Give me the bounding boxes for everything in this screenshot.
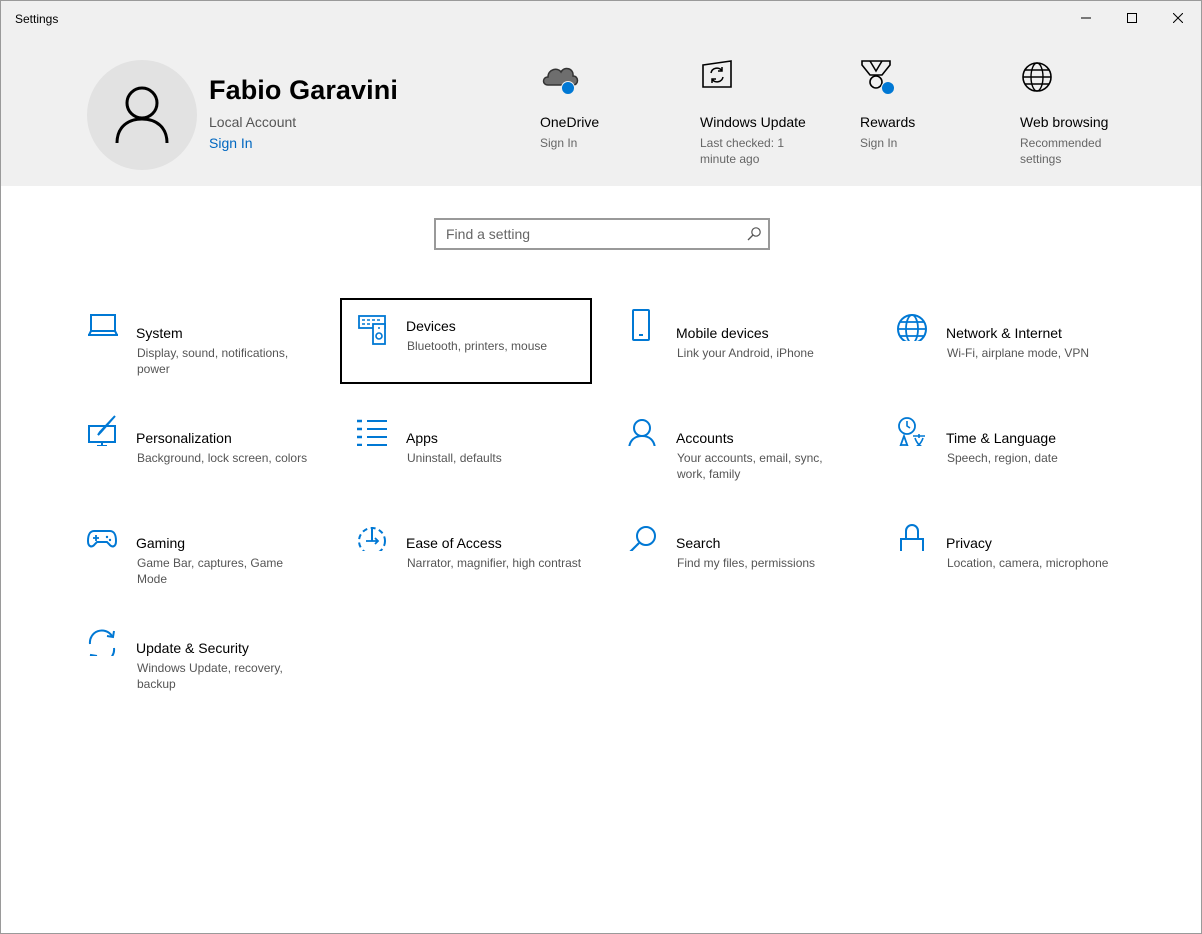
phone-icon (632, 309, 650, 341)
category-description: Bluetooth, printers, mouse (407, 339, 548, 353)
quick-link-onedrive[interactable]: OneDrive Sign In (540, 57, 670, 150)
quick-link-subtitle: Recommended settings (1020, 136, 1102, 166)
category-devices[interactable]: Devices Bluetooth, printers, mouse (340, 298, 592, 384)
notification-badge (561, 81, 575, 95)
category-gaming[interactable]: Gaming Game Bar, captures, Game Mode (87, 517, 339, 603)
category-title: Time & Language (946, 430, 1056, 446)
minimize-button[interactable] (1063, 1, 1109, 35)
apps-list-icon (357, 419, 387, 446)
quick-link-title: OneDrive (540, 114, 600, 130)
category-title: Gaming (136, 535, 186, 551)
avatar[interactable] (87, 60, 197, 170)
quick-link-windows-update[interactable]: Windows Update Last checked: 1 minute ag… (700, 57, 830, 166)
category-description: Uninstall, defaults (407, 451, 502, 465)
category-description: Your accounts, email, sync, work, family (677, 451, 823, 481)
title-bar[interactable]: Settings (1, 1, 1201, 35)
paint-monitor-icon (88, 415, 116, 446)
category-title: Search (676, 535, 721, 551)
category-apps[interactable]: Apps Uninstall, defaults (357, 412, 609, 498)
category-title: Network & Internet (946, 325, 1062, 341)
category-accounts[interactable]: Accounts Your accounts, email, sync, wor… (627, 412, 879, 498)
category-description: Windows Update, recovery, backup (137, 661, 283, 691)
category-title: Accounts (676, 430, 734, 446)
quick-link-subtitle: Sign In (540, 136, 578, 150)
close-icon (1173, 13, 1183, 23)
close-button[interactable] (1155, 1, 1201, 35)
quick-link-web-browsing[interactable]: Web browsing Recommended settings (1020, 57, 1150, 166)
header-band: Settings Fabio Garavini Local Account Si… (1, 1, 1201, 186)
category-title: Update & Security (136, 640, 249, 656)
globe-icon (1020, 57, 1064, 101)
category-time-language[interactable]: Time & Language Speech, region, date (897, 412, 1149, 498)
category-description: Location, camera, microphone (947, 556, 1109, 570)
quick-link-subtitle: Last checked: 1 minute ago (700, 136, 785, 166)
category-personalization[interactable]: Personalization Background, lock screen,… (87, 412, 339, 498)
category-description: Game Bar, captures, Game Mode (137, 556, 284, 586)
category-privacy[interactable]: Privacy Location, camera, microphone (897, 517, 1149, 603)
sync-arrows-icon (88, 629, 116, 656)
category-network-internet[interactable]: Network & Internet Wi-Fi, airplane mode,… (897, 307, 1149, 393)
category-update-security[interactable]: Update & Security Windows Update, recove… (87, 622, 339, 708)
category-description: Link your Android, iPhone (677, 346, 814, 360)
category-title: Apps (406, 430, 438, 446)
quick-link-title: Windows Update (700, 114, 806, 130)
quick-link-rewards[interactable]: Rewards Sign In (860, 57, 990, 150)
user-silhouette-icon (115, 86, 169, 144)
category-description: Background, lock screen, colors (137, 451, 308, 465)
category-title: Ease of Access (406, 535, 502, 551)
category-description: Find my files, permissions (677, 556, 816, 570)
globe-icon (897, 314, 927, 341)
gamepad-icon (87, 530, 118, 548)
category-title: Mobile devices (676, 325, 769, 341)
category-system[interactable]: System Display, sound, notifications, po… (87, 307, 339, 393)
laptop-icon (88, 314, 118, 336)
account-type: Local Account (209, 114, 297, 130)
category-title: Personalization (136, 430, 232, 446)
category-ease-of-access[interactable]: Ease of Access Narrator, magnifier, high… (357, 517, 609, 603)
maximize-button[interactable] (1109, 1, 1155, 35)
category-search[interactable]: Search Find my files, permissions (627, 517, 879, 603)
onedrive-cloud-icon (540, 57, 584, 101)
window-title: Settings (15, 12, 59, 26)
quick-link-title: Rewards (860, 114, 916, 130)
search-input[interactable] (436, 220, 736, 248)
category-title: Privacy (946, 535, 992, 551)
search-box[interactable] (434, 218, 770, 250)
windows-update-icon (700, 57, 744, 101)
search-icon[interactable] (746, 226, 762, 242)
keyboard-speaker-icon (358, 315, 386, 345)
settings-window: Settings Fabio Garavini Local Account Si… (0, 0, 1202, 934)
quick-link-title: Web browsing (1020, 114, 1109, 130)
minimize-icon (1081, 17, 1091, 19)
padlock-icon (900, 524, 924, 551)
rewards-medal-icon (860, 57, 904, 101)
category-description: Narrator, magnifier, high contrast (407, 556, 582, 570)
magnifier-icon (629, 526, 656, 551)
time-language-icon (898, 417, 925, 446)
category-title: System (136, 325, 183, 341)
user-name: Fabio Garavini (209, 75, 398, 105)
person-icon (628, 419, 656, 446)
category-description: Wi-Fi, airplane mode, VPN (947, 346, 1090, 360)
category-title: Devices (406, 318, 456, 334)
maximize-icon (1127, 13, 1137, 23)
category-description: Display, sound, notifications, power (137, 346, 289, 376)
sign-in-link[interactable]: Sign In (209, 135, 253, 151)
quick-link-subtitle: Sign In (860, 136, 898, 150)
notification-badge (881, 81, 895, 95)
ease-of-access-icon (358, 527, 386, 551)
category-mobile-devices[interactable]: Mobile devices Link your Android, iPhone (627, 307, 879, 393)
category-description: Speech, region, date (947, 451, 1058, 465)
